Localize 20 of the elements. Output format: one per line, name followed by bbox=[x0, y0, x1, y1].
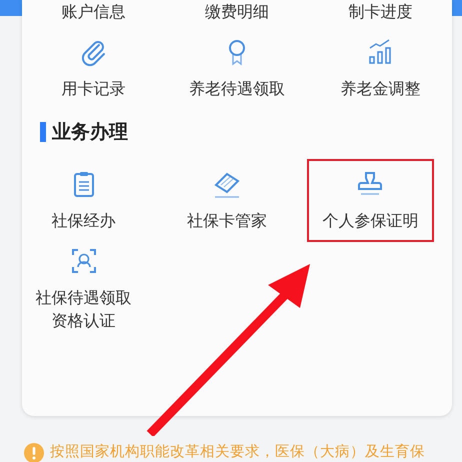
menu-item-label[interactable]: 养老待遇领取 bbox=[188, 77, 285, 100]
warning-icon bbox=[24, 442, 44, 462]
menu-item-label[interactable]: 养老金调整 bbox=[340, 77, 420, 100]
menu-item[interactable]: 社保卡管家 bbox=[165, 160, 289, 240]
section-title: 业务办理 bbox=[52, 120, 128, 145]
menu-item-label: 社保卡管家 bbox=[186, 210, 267, 232]
section-marker bbox=[40, 122, 46, 142]
menu-item-label[interactable]: 账户信息 bbox=[62, 0, 126, 23]
notice-text: 按照国家机构职能改革相关要求，医保（大病）及生育保 bbox=[50, 442, 425, 462]
menu-item-label[interactable]: 用卡记录 bbox=[62, 77, 126, 100]
menu-item[interactable]: 社保经办 bbox=[22, 160, 146, 240]
header-background bbox=[0, 0, 22, 16]
menu-item-label: 社保待遇领取 资格认证 bbox=[36, 286, 132, 332]
menu-item[interactable]: 社保待遇领取 资格认证 bbox=[22, 238, 146, 340]
menu-item-label[interactable]: 制卡进度 bbox=[348, 0, 412, 23]
header-background bbox=[452, 0, 462, 16]
menu-item-label[interactable]: 缴费明细 bbox=[204, 0, 269, 23]
menu-item[interactable]: 个人参保证明 bbox=[308, 160, 432, 240]
menu-item-label: 个人参保证明 bbox=[322, 210, 418, 232]
menu-item-label: 社保经办 bbox=[52, 210, 116, 232]
